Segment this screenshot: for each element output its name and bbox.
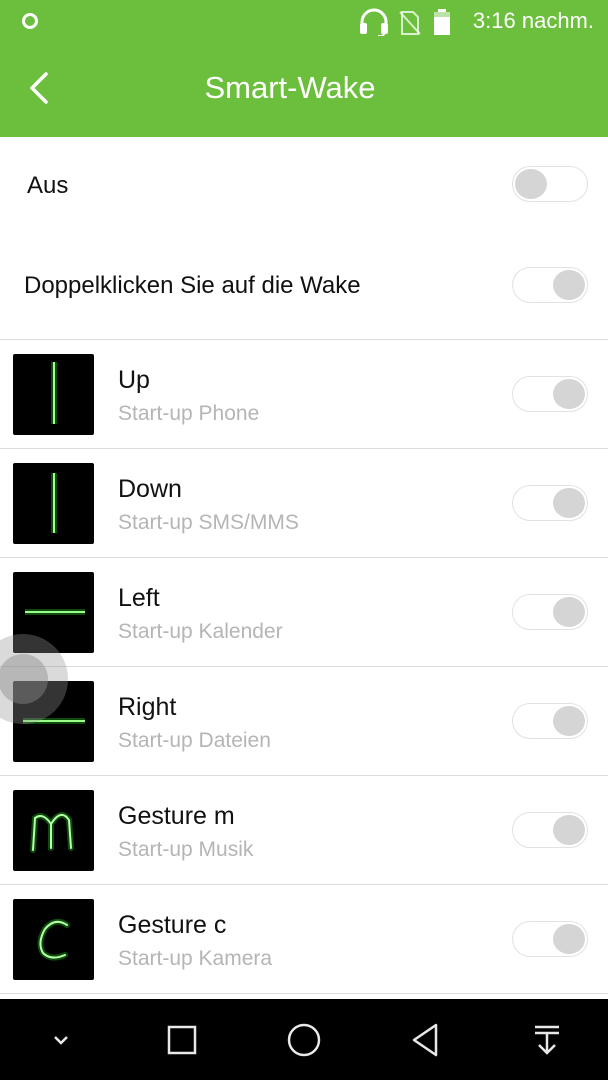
gesture-title: Up bbox=[118, 366, 150, 394]
notification-pulldown-button[interactable] bbox=[524, 1017, 570, 1063]
settings-list: Aus Doppelklicken Sie auf die Wake Up St… bbox=[0, 137, 608, 994]
app-header: 3:16 nachm. Smart-Wake bbox=[0, 0, 608, 137]
gesture-title: Down bbox=[118, 475, 182, 503]
gesture-title: Left bbox=[118, 584, 160, 612]
gesture-title: Gesture c bbox=[118, 911, 227, 939]
vertical-line-gesture-icon bbox=[51, 362, 57, 424]
status-time: 3:16 nachm. bbox=[472, 8, 594, 33]
gesture-subtitle: Start-up Phone bbox=[118, 402, 260, 425]
home-circle-icon bbox=[287, 1023, 321, 1057]
navigation-bar bbox=[0, 999, 608, 1080]
gesture-subtitle: Start-up Dateien bbox=[118, 729, 271, 752]
recents-square-icon bbox=[167, 1025, 197, 1055]
gesture-subtitle: Start-up SMS/MMS bbox=[118, 511, 299, 534]
double-click-label: Doppelklicken Sie auf die Wake bbox=[24, 272, 361, 299]
back-triangle-icon bbox=[412, 1023, 438, 1057]
gesture-row-down[interactable]: Down Start-up SMS/MMS bbox=[0, 449, 608, 558]
switch-knob bbox=[553, 924, 585, 954]
gesture-title: Right bbox=[118, 693, 177, 721]
gesture-down-switch[interactable] bbox=[512, 485, 588, 521]
gesture-title: Gesture m bbox=[118, 802, 235, 830]
smart-wake-master-row[interactable]: Aus bbox=[0, 137, 608, 237]
switch-knob bbox=[553, 379, 585, 409]
master-toggle-switch[interactable] bbox=[512, 166, 588, 202]
switch-knob bbox=[515, 169, 547, 199]
gesture-right-switch[interactable] bbox=[512, 703, 588, 739]
gesture-row-m[interactable]: Gesture m Start-up Musik bbox=[0, 776, 608, 885]
gesture-thumbnail bbox=[13, 463, 94, 544]
hide-nav-chevron-icon bbox=[54, 1036, 68, 1045]
gesture-subtitle: Start-up Musik bbox=[118, 838, 254, 861]
switch-knob bbox=[553, 706, 585, 736]
gesture-row-up[interactable]: Up Start-up Phone bbox=[0, 340, 608, 449]
home-button[interactable] bbox=[281, 1017, 327, 1063]
double-click-switch[interactable] bbox=[512, 267, 588, 303]
double-click-wake-row[interactable]: Doppelklicken Sie auf die Wake bbox=[0, 237, 608, 339]
back-nav-button[interactable] bbox=[402, 1017, 448, 1063]
letter-m-gesture-icon bbox=[30, 811, 74, 853]
gesture-row-left[interactable]: Left Start-up Kalender bbox=[0, 558, 608, 667]
hide-nav-button[interactable] bbox=[38, 1017, 84, 1063]
gesture-thumbnail bbox=[13, 899, 94, 980]
gesture-row-c[interactable]: Gesture c Start-up Kamera bbox=[0, 885, 608, 994]
battery-icon bbox=[434, 9, 450, 35]
gesture-row-right[interactable]: Right Start-up Dateien bbox=[0, 667, 608, 776]
vertical-line-gesture-icon bbox=[51, 473, 57, 533]
gesture-thumbnail bbox=[13, 790, 94, 871]
recents-button[interactable] bbox=[159, 1017, 205, 1063]
switch-knob bbox=[553, 815, 585, 845]
gesture-c-switch[interactable] bbox=[512, 921, 588, 957]
switch-knob bbox=[553, 270, 585, 300]
gesture-m-switch[interactable] bbox=[512, 812, 588, 848]
no-sim-icon bbox=[399, 11, 421, 35]
gesture-subtitle: Start-up Kamera bbox=[118, 947, 273, 970]
page-title: Smart-Wake bbox=[204, 70, 376, 105]
gesture-left-switch[interactable] bbox=[512, 594, 588, 630]
notification-pulldown-icon bbox=[535, 1025, 559, 1055]
gesture-subtitle: Start-up Kalender bbox=[118, 620, 283, 643]
headset-icon bbox=[360, 8, 388, 36]
gesture-up-switch[interactable] bbox=[512, 376, 588, 412]
switch-knob bbox=[553, 488, 585, 518]
master-toggle-label: Aus bbox=[27, 172, 69, 199]
notification-dot-icon bbox=[22, 13, 38, 29]
switch-knob bbox=[553, 597, 585, 627]
gesture-thumbnail bbox=[13, 354, 94, 435]
status-bar: 3:16 nachm. bbox=[0, 0, 608, 44]
letter-c-gesture-icon bbox=[37, 918, 70, 961]
